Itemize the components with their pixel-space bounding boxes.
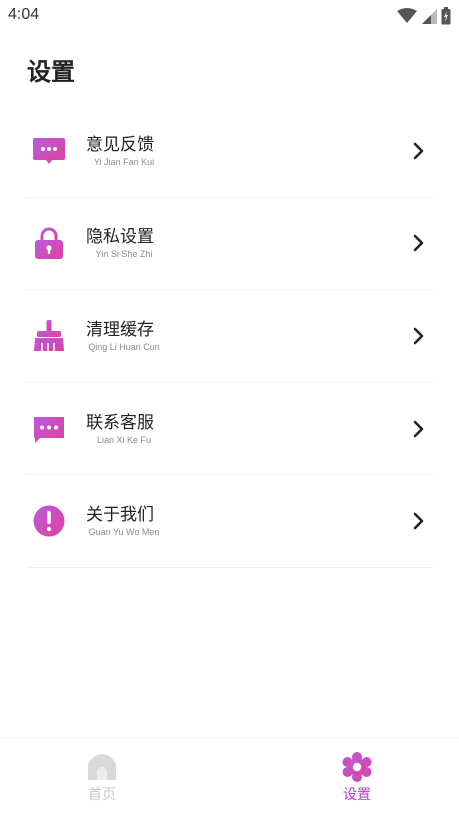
tab-home[interactable]: 首页 xyxy=(62,752,142,804)
chevron-right-icon xyxy=(413,420,424,437)
status-icons xyxy=(397,6,451,26)
settings-item-clear-cache[interactable]: 清理缓存 Qing Li Huan Cun xyxy=(26,290,433,383)
chevron-right-icon xyxy=(413,235,424,252)
chevron-right-icon xyxy=(413,142,424,160)
chevron-right-icon xyxy=(413,327,424,345)
settings-list: 意见反馈 Yi Jian Fan Kui 隐私设置 Yin Si She Zhi xyxy=(26,105,433,568)
battery-icon xyxy=(441,7,451,25)
feedback-icon xyxy=(33,137,65,164)
settings-item-title: 关于我们 xyxy=(86,505,154,526)
status-bar: 4:04 xyxy=(0,0,459,32)
settings-item-title: 清理缓存 xyxy=(86,319,154,340)
settings-item-title: 隐私设置 xyxy=(86,227,154,248)
settings-item-texts: 隐私设置 Yin Si She Zhi xyxy=(86,226,206,260)
page-title: 设置 xyxy=(27,58,75,86)
settings-item-title: 联系客服 xyxy=(86,412,154,433)
tab-settings-label: 设置 xyxy=(343,787,371,803)
info-icon xyxy=(33,505,65,537)
settings-item-privacy[interactable]: 隐私设置 Yin Si She Zhi xyxy=(26,198,433,291)
settings-item-subtitle: Guan Yu Wo Men xyxy=(88,527,160,538)
tab-settings[interactable]: 设置 xyxy=(317,752,397,804)
settings-item-subtitle: Qing Li Huan Cun xyxy=(88,341,160,352)
home-icon xyxy=(88,754,116,780)
gear-icon xyxy=(342,752,372,782)
settings-item-feedback[interactable]: 意见反馈 Yi Jian Fan Kui xyxy=(26,105,433,198)
tab-home-label: 首页 xyxy=(88,787,116,803)
settings-item-texts: 意见反馈 Yi Jian Fan Kui xyxy=(86,134,206,168)
wifi-icon xyxy=(397,8,417,23)
status-time: 4:04 xyxy=(8,6,40,23)
settings-item-subtitle: Yin Si She Zhi xyxy=(95,249,153,260)
settings-item-title: 意见反馈 xyxy=(86,134,154,155)
chat-icon xyxy=(34,416,64,443)
settings-item-about-us[interactable]: 关于我们 Guan Yu Wo Men xyxy=(26,475,433,568)
lock-icon xyxy=(35,227,63,260)
settings-item-texts: 联系客服 Lian Xi Ke Fu xyxy=(86,412,206,446)
settings-item-texts: 清理缓存 Qing Li Huan Cun xyxy=(86,319,206,353)
chevron-right-icon xyxy=(413,512,424,530)
settings-item-subtitle: Lian Xi Ke Fu xyxy=(96,434,152,445)
signal-icon xyxy=(422,9,437,24)
bottom-tab-bar: 首页 设置 xyxy=(0,737,459,816)
settings-item-subtitle: Yi Jian Fan Kui xyxy=(93,156,155,167)
settings-item-contact-support[interactable]: 联系客服 Lian Xi Ke Fu xyxy=(26,383,433,476)
broom-icon xyxy=(34,319,64,351)
settings-item-texts: 关于我们 Guan Yu Wo Men xyxy=(86,504,206,538)
